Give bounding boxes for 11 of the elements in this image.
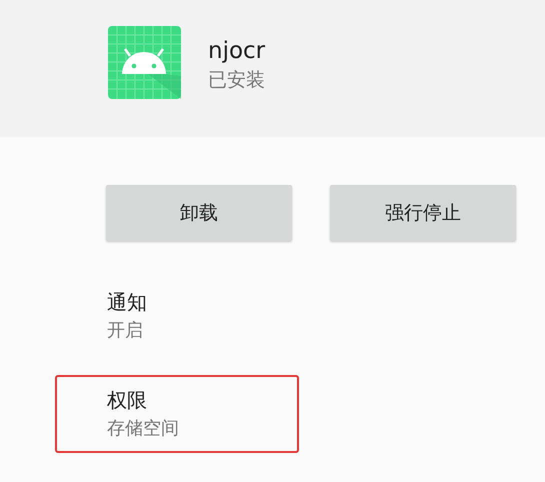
android-app-icon — [108, 26, 181, 99]
action-button[interactable]: 强行停止 — [330, 185, 516, 241]
setting-summary: 存储空间 — [107, 417, 180, 441]
install-status: 已安装 — [208, 68, 266, 93]
setting-title: 通知 — [107, 289, 148, 316]
setting-summary: 开启 — [107, 319, 144, 343]
action-button[interactable]: 卸载 — [106, 185, 292, 241]
highlight-frame[interactable]: 权限 存储空间 — [55, 375, 299, 453]
app-name: njocr — [208, 37, 266, 66]
setting-title: 权限 — [107, 387, 148, 414]
settings-item[interactable]: 通知 开启 — [55, 277, 299, 355]
